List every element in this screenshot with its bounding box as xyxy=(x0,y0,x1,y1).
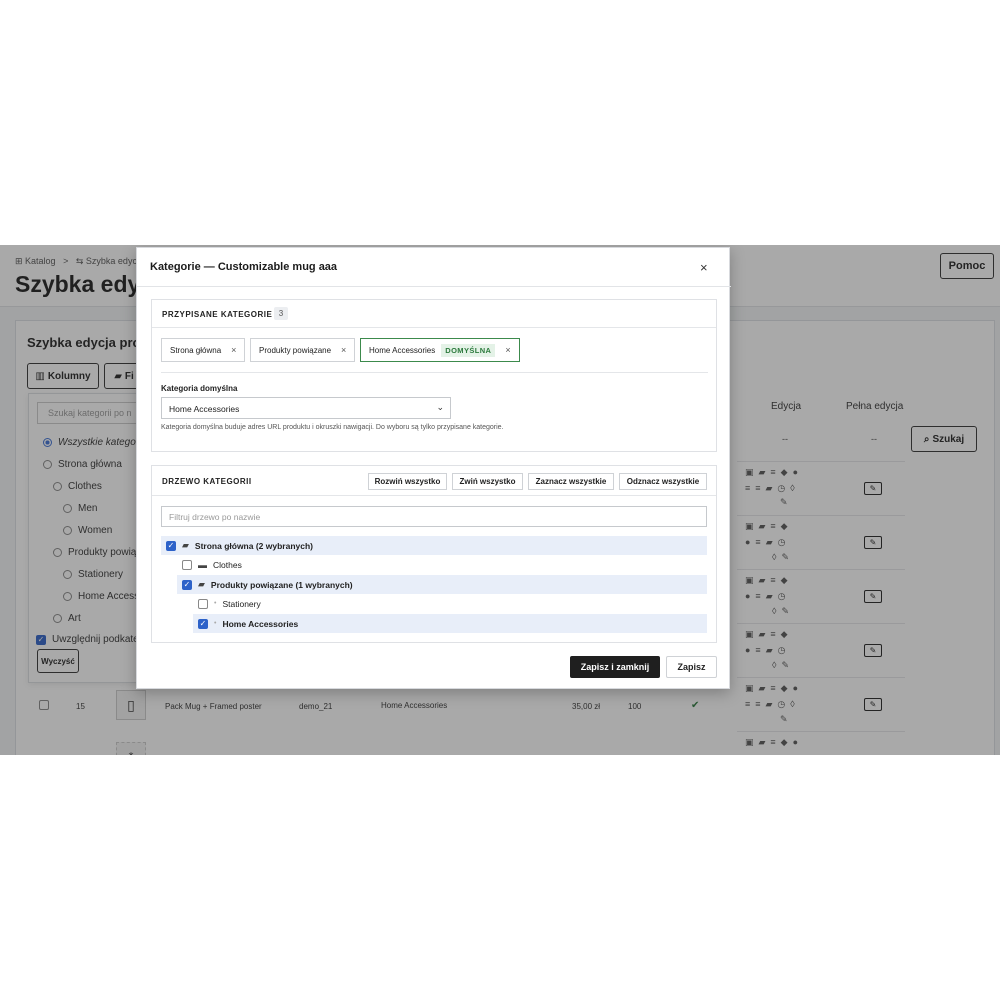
folder-open-icon[interactable]: ▰ xyxy=(182,540,189,551)
checkbox-checked-icon[interactable]: ✓ xyxy=(198,618,208,629)
save-button[interactable]: Zapisz xyxy=(666,656,717,678)
tree-node-clothes[interactable]: ▬ Clothes xyxy=(177,555,707,574)
tree-node-stationery[interactable]: • Stationery xyxy=(193,594,707,613)
save-and-close-button[interactable]: Zapisz i zamknij xyxy=(570,656,660,678)
assigned-tag: Produkty powiązane × xyxy=(250,338,356,362)
checkbox-icon[interactable] xyxy=(198,598,208,609)
leaf-dot-icon: • xyxy=(214,620,217,627)
deselect-all-button[interactable]: Odznacz wszystkie xyxy=(619,473,707,490)
tree-node-label: Produkty powiązane (1 wybranych) xyxy=(210,579,353,590)
default-category-select[interactable]: Home Accessories ⌄ xyxy=(161,397,451,419)
section-title: DRZEWO KATEGORII xyxy=(162,477,252,486)
close-icon[interactable]: × xyxy=(700,260,708,275)
category-tree-section: DRZEWO KATEGORII Rozwiń wszystko Zwiń ws… xyxy=(151,465,717,643)
remove-tag-icon[interactable]: × xyxy=(231,345,236,355)
tree-node-label: Home Accessories xyxy=(222,618,299,629)
leaf-dot-icon: • xyxy=(214,600,217,607)
checkbox-checked-icon[interactable]: ✓ xyxy=(166,540,176,551)
tree-node-label: Clothes xyxy=(213,559,242,570)
assigned-tag-default: Home Accessories DOMYŚLNA × xyxy=(360,338,520,362)
section-divider xyxy=(161,372,708,373)
modal-title: Kategorie — Customizable mug aaa xyxy=(150,261,338,273)
assigned-count-badge: 3 xyxy=(274,307,288,320)
tree-node-home[interactable]: ✓ ▰ Strona główna (2 wybranych) xyxy=(161,536,707,555)
expand-all-button[interactable]: Rozwiń wszystko xyxy=(368,473,447,490)
chevron-down-icon: ⌄ xyxy=(436,402,444,412)
assigned-categories-section: PRZYPISANE KATEGORIE 3 Strona główna × P… xyxy=(151,299,717,452)
tag-label: Strona główna xyxy=(170,345,222,355)
tree-node-home-accessories[interactable]: ✓ • Home Accessories xyxy=(193,614,707,633)
section-title: PRZYPISANE KATEGORIE xyxy=(162,310,273,319)
tag-label: Home Accessories xyxy=(369,345,436,355)
tag-label: Produkty powiązane xyxy=(259,345,332,355)
modal-header-divider xyxy=(137,286,731,287)
tree-filter-input[interactable]: Filtruj drzewo po nazwie xyxy=(161,506,707,527)
folder-icon[interactable]: ▬ xyxy=(198,560,207,570)
categories-modal: Kategorie — Customizable mug aaa × PRZYP… xyxy=(136,247,731,689)
default-category-label: Kategoria domyślna xyxy=(161,384,238,393)
screenshot-area: ⊞ Katalog > ⇆ Szybka edycja Szybka edycj… xyxy=(0,245,1000,755)
tree-node-label: Strona główna (2 wybranych) xyxy=(194,540,313,551)
section-header: DRZEWO KATEGORII Rozwiń wszystko Zwiń ws… xyxy=(152,466,716,496)
section-header: PRZYPISANE KATEGORIE 3 xyxy=(152,300,716,328)
checkbox-checked-icon[interactable]: ✓ xyxy=(182,579,192,590)
tree-node-label: Stationery xyxy=(222,598,261,609)
checkbox-icon[interactable] xyxy=(182,559,192,570)
remove-tag-icon[interactable]: × xyxy=(341,345,346,355)
folder-open-icon[interactable]: ▰ xyxy=(198,579,205,590)
default-badge: DOMYŚLNA xyxy=(441,343,496,357)
default-category-help: Kategoria domyślna buduje adres URL prod… xyxy=(161,424,504,431)
tree-node-related[interactable]: ✓ ▰ Produkty powiązane (1 wybranych) xyxy=(177,575,707,594)
assigned-tag: Strona główna × xyxy=(161,338,246,362)
collapse-all-button[interactable]: Zwiń wszystko xyxy=(452,473,523,490)
select-all-button[interactable]: Zaznacz wszystkie xyxy=(528,473,614,490)
remove-tag-icon[interactable]: × xyxy=(505,345,510,355)
default-category-value: Home Accessories xyxy=(169,404,240,414)
